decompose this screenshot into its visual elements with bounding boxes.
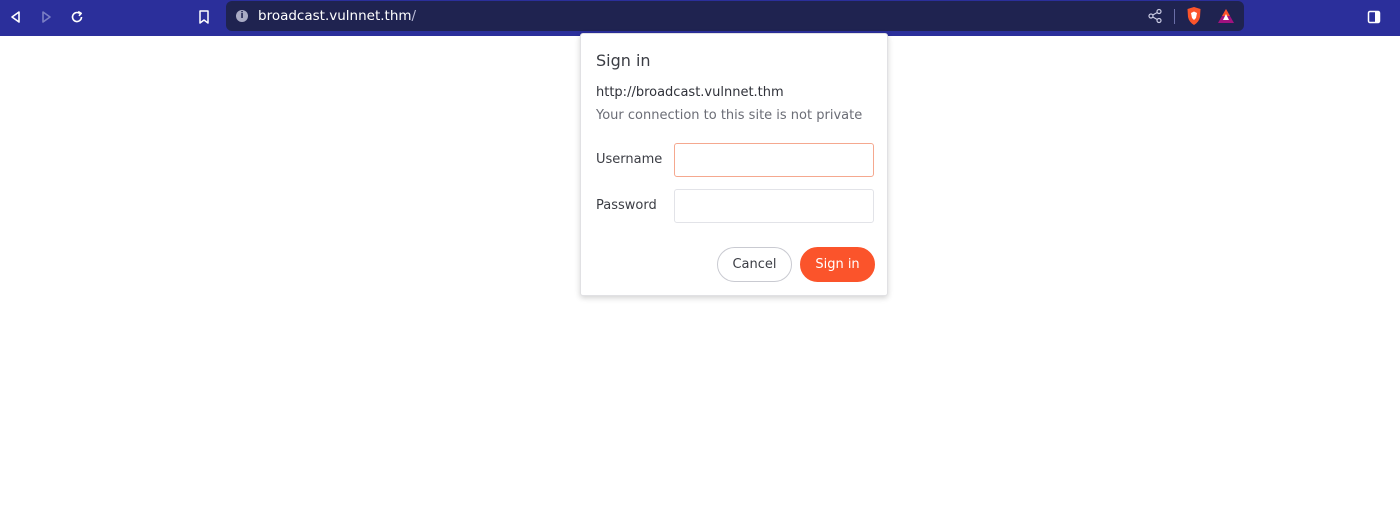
forward-arrow-icon[interactable] xyxy=(34,5,58,29)
address-bar[interactable]: i broadcast.vulnnet.thm/ xyxy=(226,1,1244,31)
brave-rewards-icon[interactable] xyxy=(1217,8,1235,24)
dialog-title: Sign in xyxy=(596,51,651,70)
browser-toolbar: i broadcast.vulnnet.thm/ xyxy=(0,0,1400,36)
password-input[interactable] xyxy=(674,189,874,223)
site-info-icon[interactable]: i xyxy=(236,10,248,22)
sign-in-button[interactable]: Sign in xyxy=(800,247,875,282)
sign-in-dialog: Sign in http://broadcast.vulnnet.thm You… xyxy=(580,33,888,296)
back-arrow-icon[interactable] xyxy=(4,5,28,29)
bookmark-icon[interactable] xyxy=(192,5,216,29)
urlbar-divider xyxy=(1174,9,1175,24)
connection-warning: Your connection to this site is not priv… xyxy=(596,108,863,123)
reload-icon[interactable] xyxy=(65,5,89,29)
url-path: / xyxy=(411,8,417,24)
username-input[interactable] xyxy=(674,143,874,177)
share-icon[interactable] xyxy=(1147,8,1163,24)
password-label: Password xyxy=(596,198,657,213)
dialog-origin: http://broadcast.vulnnet.thm xyxy=(596,85,784,100)
brave-shields-icon[interactable] xyxy=(1185,6,1203,26)
cancel-button[interactable]: Cancel xyxy=(717,247,792,282)
url-text[interactable]: broadcast.vulnnet.thm/ xyxy=(258,8,416,24)
username-label: Username xyxy=(596,152,663,167)
sidebar-toggle-icon[interactable] xyxy=(1362,5,1386,29)
url-host: broadcast.vulnnet.thm xyxy=(258,8,412,24)
